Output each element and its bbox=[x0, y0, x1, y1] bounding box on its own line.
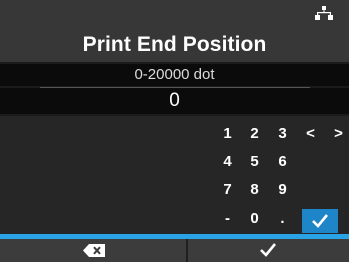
backspace-button[interactable] bbox=[0, 239, 186, 262]
key-2[interactable]: 2 bbox=[245, 123, 264, 144]
key-3[interactable]: 3 bbox=[273, 123, 292, 144]
key-5[interactable]: 5 bbox=[245, 151, 264, 172]
key-9[interactable]: 9 bbox=[273, 179, 292, 200]
header: Print End Position bbox=[0, 0, 349, 62]
key-dot[interactable]: . bbox=[273, 208, 292, 229]
backspace-icon bbox=[83, 244, 105, 257]
keypad-confirm-button[interactable] bbox=[302, 209, 338, 233]
key-minus[interactable]: - bbox=[218, 208, 237, 229]
print-end-position-screen: Print End Position 0-20000 dot 0 1 2 3 <… bbox=[0, 0, 349, 262]
check-icon bbox=[312, 214, 328, 228]
check-icon bbox=[260, 243, 276, 257]
key-left[interactable]: < bbox=[301, 123, 320, 144]
key-1[interactable]: 1 bbox=[218, 123, 237, 144]
value-field[interactable]: 0 bbox=[0, 88, 349, 114]
network-icon bbox=[315, 6, 333, 20]
key-8[interactable]: 8 bbox=[245, 179, 264, 200]
key-4[interactable]: 4 bbox=[218, 151, 237, 172]
range-label: 0-20000 dot bbox=[0, 64, 349, 86]
key-6[interactable]: 6 bbox=[273, 151, 292, 172]
key-right[interactable]: > bbox=[329, 123, 348, 144]
confirm-button[interactable] bbox=[188, 239, 349, 262]
page-title: Print End Position bbox=[82, 33, 267, 56]
key-7[interactable]: 7 bbox=[218, 179, 237, 200]
keypad bbox=[0, 116, 349, 234]
key-0[interactable]: 0 bbox=[245, 208, 264, 229]
